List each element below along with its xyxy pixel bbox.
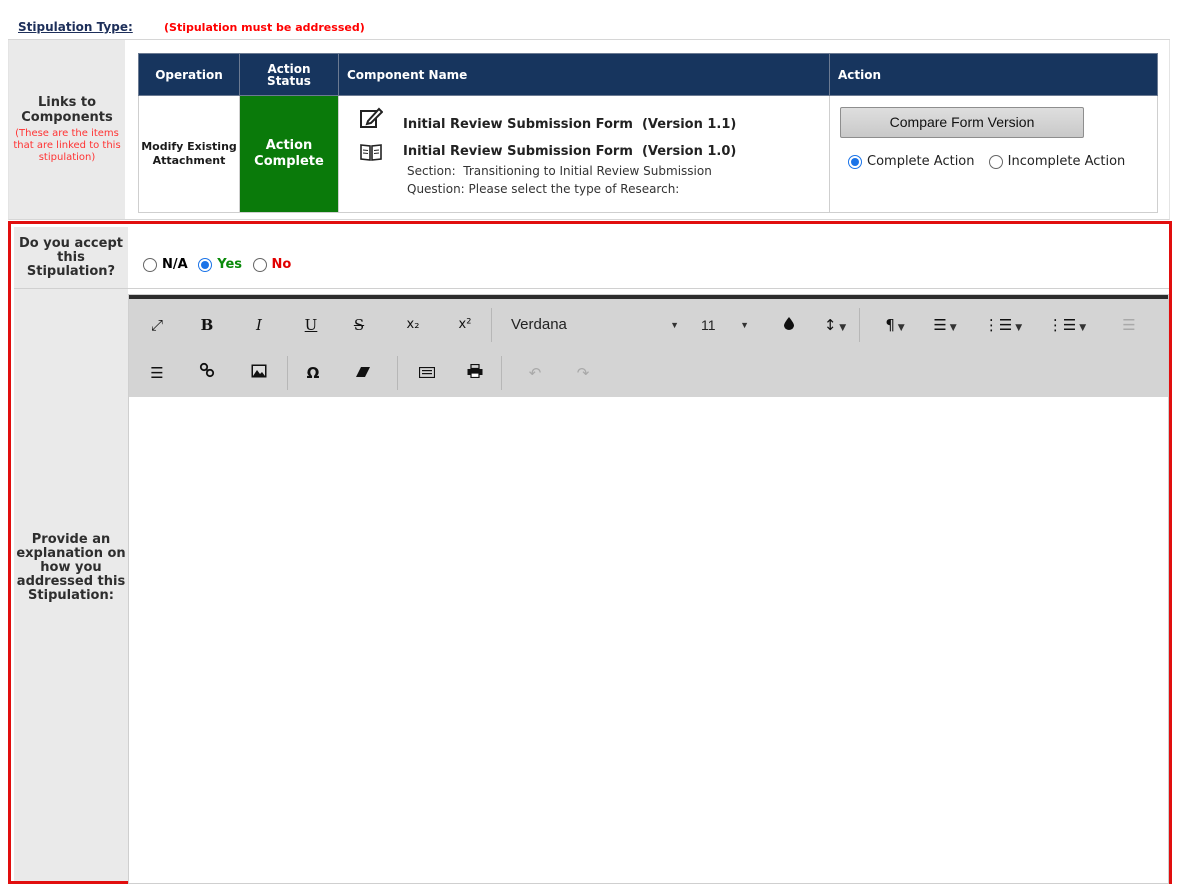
underline-icon[interactable]: U [297,311,325,339]
stipulation-required-note: (Stipulation must be addressed) [164,21,365,34]
font-size-value: 11 [701,317,716,333]
action-cell: Compare Form Version Complete Action Inc… [829,95,1158,213]
indent-icon[interactable]: ☰ [143,359,171,387]
superscript-icon[interactable]: x² [451,311,479,339]
strikethrough-icon[interactable]: S [345,311,373,339]
na-label: N/A [162,257,188,272]
rich-text-editor: ⤢ B I U S x₂ x² Verdana ▼ 11 ▼ ↕ ▼ ¶ ▼ ☰… [128,294,1169,884]
header-component-name: Component Name [338,53,830,96]
na-radio[interactable] [143,257,157,272]
align-icon[interactable]: ☰ ▼ [925,311,965,339]
font-family-value: Verdana [511,316,567,333]
action-status-cell: Action Complete [239,95,339,213]
no-label: No [271,257,292,272]
yes-radio[interactable] [198,257,213,272]
accept-options-row: N/A Yes No [128,227,1169,289]
explanation-label-cell: Provide an explanation on how you addres… [14,289,128,881]
no-radio[interactable] [252,257,267,272]
toolbar-separator [491,308,492,342]
link-icon[interactable] [193,359,221,387]
open-book-icon[interactable] [359,141,383,163]
chevron-down-icon: ▼ [740,320,749,330]
editor-toolbar: ⤢ B I U S x₂ x² Verdana ▼ 11 ▼ ↕ ▼ ¶ ▼ ☰… [129,299,1168,397]
incomplete-action-label: Incomplete Action [1007,154,1126,169]
font-size-select[interactable]: 11 ▼ [689,311,755,339]
chevron-down-icon: ▼ [670,320,679,330]
action-radio-group: Complete Action Incomplete Action [848,154,1135,169]
stipulation-type-row: Stipulation Type: (Stipulation must be a… [8,16,1170,40]
fullscreen-icon[interactable]: ⤢ [143,311,171,339]
editor-content-area[interactable] [129,397,1168,883]
subscript-icon[interactable]: x₂ [399,311,427,339]
component-link-previous[interactable]: Initial Review Submission Form (Version … [403,144,736,159]
links-note: (These are the items that are linked to … [13,128,121,163]
incomplete-action-radio[interactable] [988,154,1003,169]
special-chars-icon[interactable]: Ω [299,359,327,387]
toolbar-separator [287,356,288,390]
toolbar-separator [397,356,398,390]
component-section: Section: Transitioning to Initial Review… [407,164,712,178]
redo-icon[interactable]: ↷ [569,359,597,387]
edit-document-icon[interactable] [359,107,383,129]
table-row: Modify Existing Attachment Action Comple… [138,95,1158,213]
text-color-icon[interactable] [775,311,803,339]
unordered-list-icon[interactable]: ⋮☰ ▼ [1045,311,1089,339]
font-family-select[interactable]: Verdana ▼ [511,311,701,339]
stipulation-type-label: Stipulation Type: [18,20,133,34]
accept-label-cell: Do you accept this Stipulation? [14,227,128,289]
yes-label: Yes [217,257,243,272]
component-link-current[interactable]: Initial Review Submission Form (Version … [403,117,736,132]
outdent-icon[interactable]: ☰ [1115,311,1143,339]
links-to-components-section: Links to Components (These are the items… [8,40,1170,220]
links-title: Links to Components [21,95,113,125]
bold-icon[interactable]: B [193,311,221,339]
operation-cell: Modify Existing Attachment [138,95,240,213]
clear-format-icon[interactable] [349,359,377,387]
paragraph-format-icon[interactable]: ¶ ▼ [875,311,915,339]
stipulation-response-section: Do you accept this Stipulation? N/A Yes … [8,221,1172,884]
header-action: Action [829,53,1158,96]
toolbar-separator [859,308,860,342]
italic-icon[interactable]: I [245,311,273,339]
complete-action-radio[interactable] [848,154,862,169]
undo-icon[interactable]: ↶ [521,359,549,387]
toolbar-separator [501,356,502,390]
line-height-icon[interactable]: ↕ ▼ [815,311,855,339]
header-action-status: Action Status [239,53,339,96]
accept-radio-group: N/A Yes No [143,257,297,272]
compare-form-version-button[interactable]: Compare Form Version [840,107,1084,138]
header-operation: Operation [138,53,240,96]
image-icon[interactable] [245,359,273,387]
components-table: Operation Action Status Component Name A… [138,53,1158,213]
ordered-list-icon[interactable]: ⋮☰ ▼ [981,311,1025,339]
accept-label: Do you accept this Stipulation? [19,236,123,279]
component-question: Question: Please select the type of Rese… [407,182,680,196]
links-label-cell: Links to Components (These are the items… [9,40,125,219]
explanation-label: Provide an explanation on how you addres… [16,532,126,603]
print-icon[interactable] [461,359,489,387]
complete-action-label: Complete Action [867,154,975,169]
keyboard-icon[interactable] [413,359,441,387]
component-name-cell: Initial Review Submission Form (Version … [338,95,830,213]
